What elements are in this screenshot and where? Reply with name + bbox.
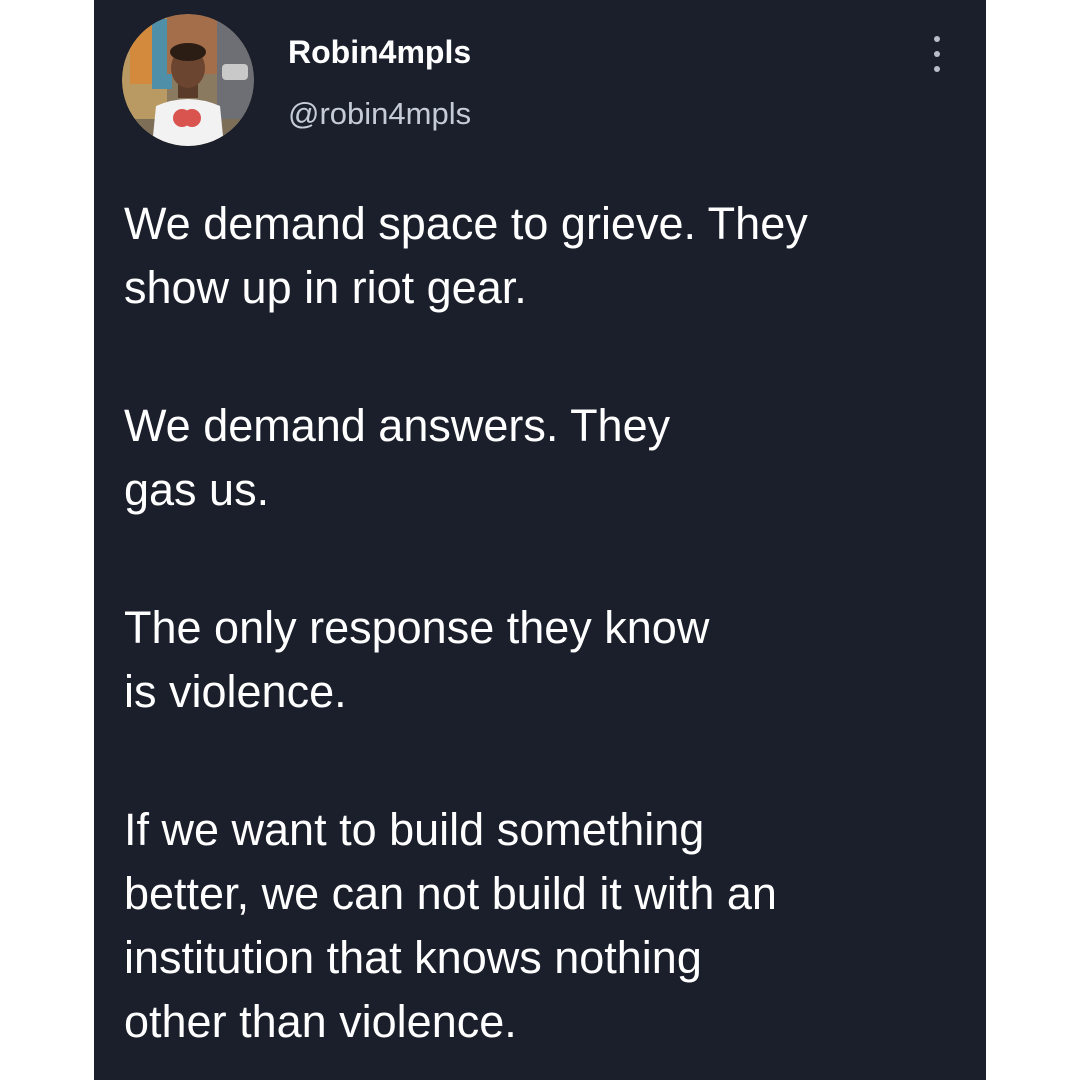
screenshot-canvas: Robin4mpls @robin4mpls We demand space t… bbox=[0, 0, 1080, 1080]
more-options-button[interactable] bbox=[922, 36, 952, 72]
tweet-paragraph: The only response they know is violence. bbox=[124, 602, 710, 717]
tweet-paragraph: We demand answers. They gas us. bbox=[124, 400, 671, 515]
more-vertical-icon bbox=[934, 36, 940, 42]
tweet-card: Robin4mpls @robin4mpls We demand space t… bbox=[94, 0, 986, 1080]
avatar-photo bbox=[122, 14, 254, 146]
display-name[interactable]: Robin4mpls bbox=[288, 32, 471, 72]
more-vertical-icon bbox=[934, 66, 940, 72]
user-handle[interactable]: @robin4mpls bbox=[288, 94, 471, 134]
tweet-paragraph: If we want to build something better, we… bbox=[124, 804, 777, 1047]
tweet-paragraph: We demand space to grieve. They show up … bbox=[124, 198, 808, 313]
avatar[interactable] bbox=[122, 14, 254, 146]
more-vertical-icon bbox=[934, 51, 940, 57]
tweet-text: We demand space to grieve. They show up … bbox=[124, 192, 954, 1054]
